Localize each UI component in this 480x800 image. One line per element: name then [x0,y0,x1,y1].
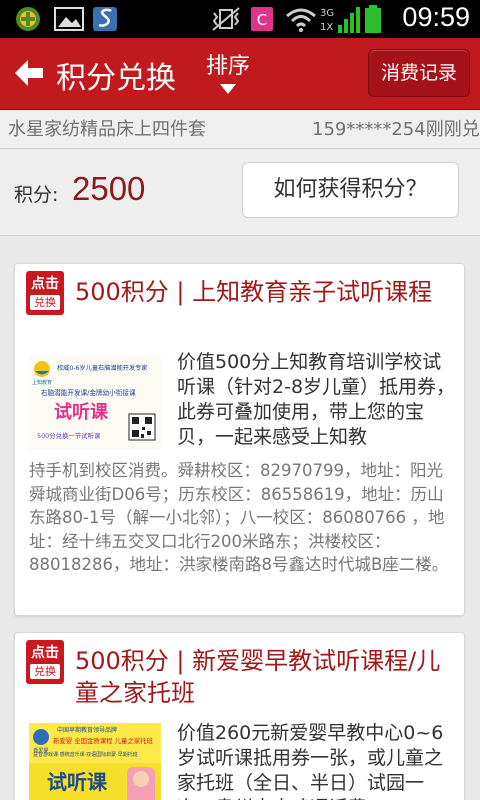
battery-icon [365,5,381,33]
svg-text:C: C [257,11,267,29]
vibrate-mute-icon [212,7,240,31]
app-notification-icon [16,7,40,31]
clock: 09:59 [402,2,470,32]
thumb-line-1: 中国早期教育领导品牌 [57,726,117,734]
reward-description-full: 持手机到校区消费。舜耕校区：82970799，地址：阳光舜城商业街D06号；历东… [29,461,449,574]
thumb-line-2: 新爱婴 全国金质课程 儿童之家托班 [53,736,154,745]
app-s-icon [93,7,117,31]
reward-thumbnail: 新爱婴 中国早期教育领导品牌 新爱婴 全国金质课程 儿童之家托班 益智游戏课·感… [29,723,161,800]
click-redeem-badge[interactable]: 点击 兑换 [26,640,64,684]
exchange-ticker: 水星家纺精品床上四件套 159*****254刚刚兑 [0,111,480,149]
network-label-1x: 1X [320,22,333,33]
app-c-icon: C [251,7,273,31]
sort-button[interactable]: 排序 [200,48,256,102]
status-bar: C 3G 1X 09:59 [0,0,480,38]
points-value: 2500 [72,170,146,207]
reward-title[interactable]: 500积分 | 上知教育亲子试听课程 [75,276,455,308]
thumb-logo-text: 上知教育 [32,379,52,386]
back-arrow-icon[interactable] [12,56,46,90]
reward-description-side: 价值500分上知教育培训学校试听课（针对2-8岁儿童）抵用券，此券可叠加使用，带… [177,351,456,448]
page-title: 积分兑换 [56,61,176,96]
badge-redeem-label: 兑换 [30,295,60,310]
thumb-line-3: 益智游戏课·感统音乐课·双语国际启蒙·早期托班 [33,751,138,758]
reward-description-side: 价值260元新爱婴早教中心0~6岁试听课抵用券一张，或儿童之家托班（全日、半日）… [177,722,444,800]
points-summary: 积分: 2500 如何获得积分？ [0,150,480,236]
sort-label: 排序 [205,54,250,79]
thumb-line-1: 权威0-6岁儿童右脑潜能开发专家 [57,364,148,372]
reward-title[interactable]: 500积分 | 新爱婴早教试听课程/儿童之家托班 [75,645,455,709]
how-to-earn-points-button[interactable]: 如何获得积分？ [242,162,459,218]
thumb-line-2: 右脑潜能开发课/金牌幼小衔接课 [41,388,136,397]
reward-card[interactable]: 点击 兑换 500积分 | 上知教育亲子试听课程 上知教育 权威0-6岁儿童右脑… [14,263,465,616]
click-redeem-badge[interactable]: 点击 兑换 [26,271,64,315]
signal-icon: 3G 1X [320,7,360,33]
reward-thumbnail: 上知教育 权威0-6岁儿童右脑潜能开发专家 右脑潜能开发课/金牌幼小衔接课 试听… [29,356,161,450]
badge-click-label: 点击 [31,645,59,661]
ticker-item-product: 水星家纺精品床上四件套 [8,119,206,140]
title-bar: 积分兑换 排序 消费记录 [0,38,480,110]
thumb-line-3: 500分兑换一节试听课 [37,431,101,440]
badge-click-label: 点击 [31,276,59,292]
points-label: 积分: [14,184,59,206]
wifi-icon [286,8,316,32]
network-label-3g: 3G [320,8,334,19]
caret-down-icon [220,84,236,94]
ticker-item-user: 159*****254刚刚兑 [312,119,480,140]
consumption-record-button[interactable]: 消费记录 [368,49,470,97]
badge-redeem-label: 兑换 [30,664,60,679]
gallery-icon [54,7,84,31]
thumb-big-text: 试听课 [47,770,108,794]
thumb-big-text: 试听课 [54,401,109,423]
reward-card[interactable]: 点击 兑换 500积分 | 新爱婴早教试听课程/儿童之家托班 新爱婴 中国早期教… [14,632,465,800]
